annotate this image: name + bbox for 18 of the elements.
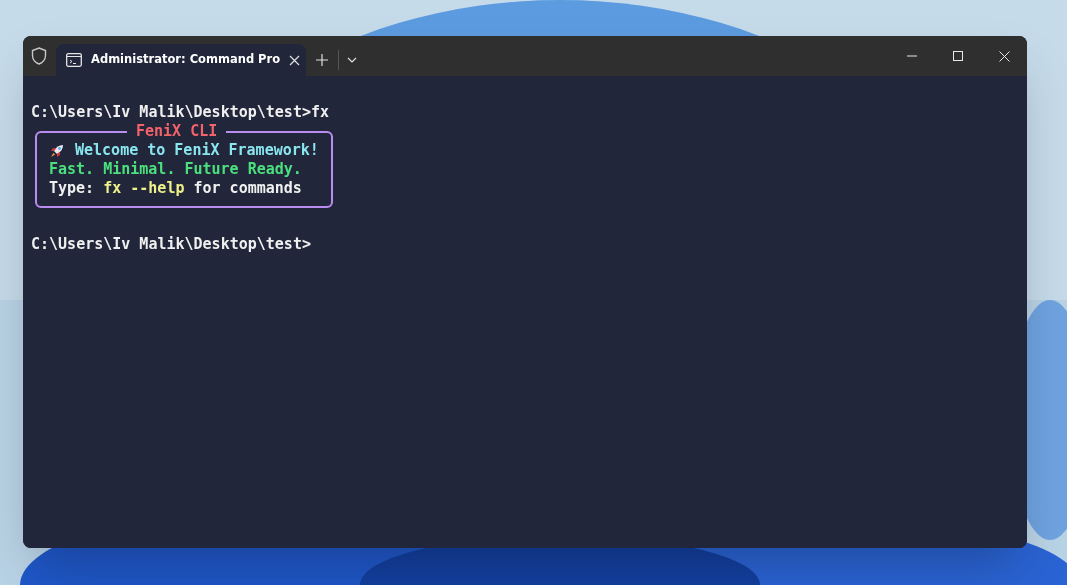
banner-text: fx --help xyxy=(103,179,185,198)
tab[interactable]: Administrator: Command Pro xyxy=(56,44,306,76)
command-line: C:\Users\Iv Malik\Desktop\test>fx xyxy=(31,103,330,122)
banner-text: Fast. Minimal. Future Ready. xyxy=(49,160,302,179)
new-tab-icon[interactable] xyxy=(316,54,328,66)
banner-text: Type: xyxy=(49,179,96,198)
terminal-icon xyxy=(66,53,82,67)
close-icon xyxy=(998,50,1010,62)
maximize-icon xyxy=(953,51,963,61)
close-icon[interactable] xyxy=(289,54,301,66)
prompt-line: C:\Users\Iv Malik\Desktop\test> xyxy=(31,235,312,254)
shield-icon xyxy=(31,47,47,65)
dropdown-icon[interactable] xyxy=(347,57,357,63)
minimize-icon xyxy=(907,55,917,57)
banner-text: for commands xyxy=(192,179,302,198)
rocket-icon xyxy=(49,142,65,159)
banner-text: Welcome to FeniX Framework! xyxy=(75,141,319,160)
tab-title: Administrator: Command Pro xyxy=(91,51,281,69)
